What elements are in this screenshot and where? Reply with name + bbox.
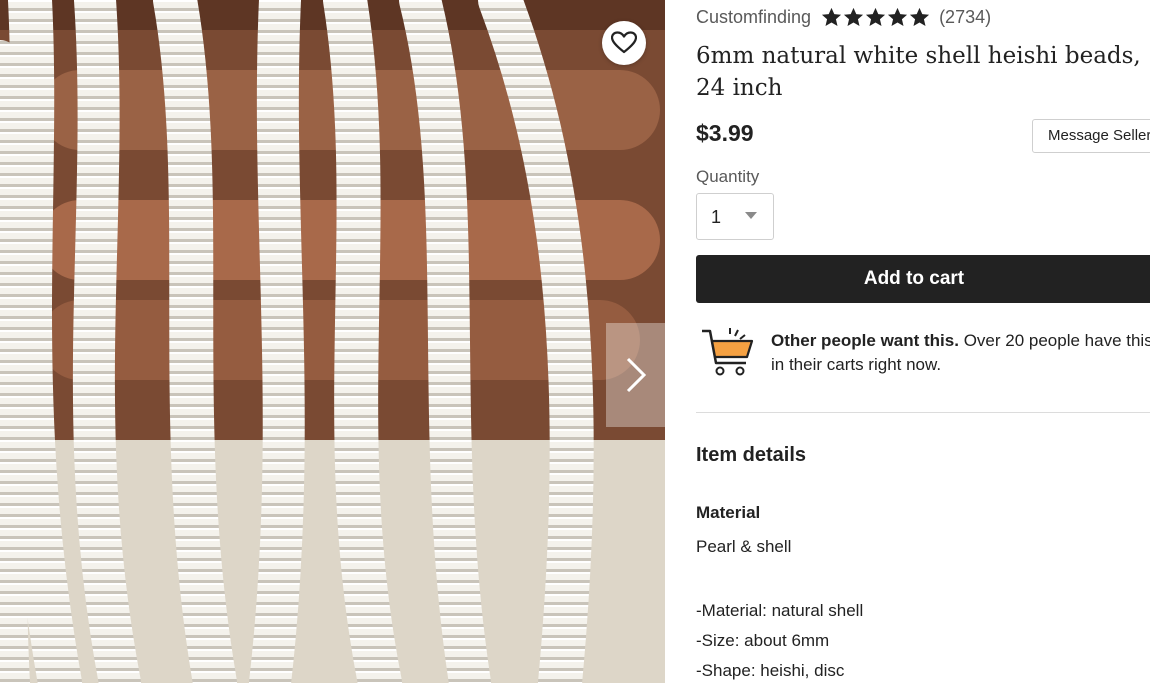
review-count[interactable]: (2734) bbox=[939, 7, 991, 28]
add-to-cart-label: Add to cart bbox=[863, 268, 965, 289]
product-photo bbox=[0, 0, 665, 683]
material-label: Material bbox=[696, 503, 761, 522]
star-icon bbox=[909, 7, 930, 26]
quantity-label: Quantity bbox=[696, 167, 760, 186]
description-line: -Material: natural shell bbox=[696, 601, 864, 620]
divider bbox=[696, 412, 1150, 413]
item-description: -Material: natural shell -Size: about 6m… bbox=[696, 596, 863, 686]
star-icon bbox=[887, 7, 908, 26]
message-seller-button[interactable]: Message Seller bbox=[1032, 119, 1150, 153]
shop-name-link[interactable]: Customfinding bbox=[696, 7, 811, 28]
star-icon bbox=[843, 7, 864, 26]
listing-title: 6mm natural white shell heishi beads, 24… bbox=[696, 43, 1141, 101]
product-image[interactable] bbox=[0, 0, 665, 683]
quantity-select[interactable]: 1 bbox=[696, 193, 774, 240]
material-value: Pearl & shell bbox=[696, 537, 792, 556]
description-line: -Size: about 6mm bbox=[696, 631, 830, 650]
listing-panel: Customfinding (2734) 6mm natural white s… bbox=[696, 0, 1150, 683]
price: $3.99 bbox=[696, 120, 754, 146]
add-to-cart-button[interactable]: Add to cart bbox=[696, 255, 1150, 303]
shop-row: Customfinding (2734) bbox=[696, 6, 991, 28]
star-icon bbox=[821, 7, 842, 26]
next-image-button[interactable] bbox=[606, 323, 665, 427]
demand-notice: Other people want this. Over 20 people h… bbox=[696, 322, 1150, 382]
heart-icon bbox=[611, 31, 637, 54]
chevron-right-icon bbox=[626, 357, 646, 393]
star-rating[interactable] bbox=[821, 7, 931, 27]
demand-text: Other people want this. Over 20 people h… bbox=[771, 329, 1150, 377]
quantity-value: 1 bbox=[711, 207, 722, 227]
cart-icon bbox=[702, 328, 754, 376]
description-line: -Shape: heishi, disc bbox=[696, 661, 845, 680]
demand-bold: Other people want this. bbox=[771, 331, 959, 350]
item-details-heading[interactable]: Item details bbox=[696, 444, 806, 467]
star-icon bbox=[865, 7, 886, 26]
favorite-button[interactable] bbox=[602, 21, 646, 65]
caret-down-icon bbox=[745, 212, 757, 219]
